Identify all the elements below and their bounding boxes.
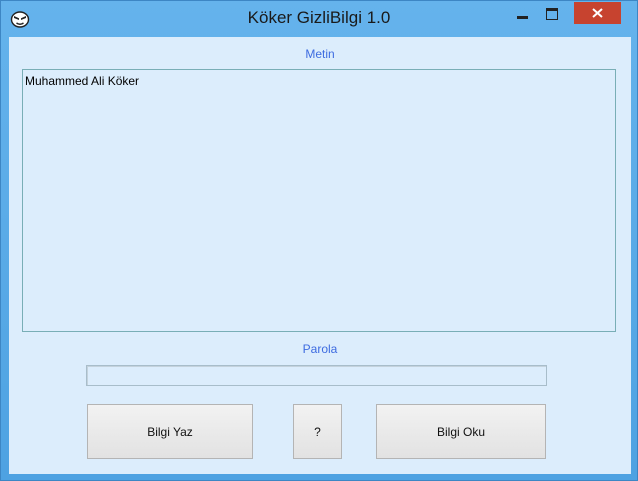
metin-textarea[interactable]: Muhammed Ali Köker <box>22 69 616 332</box>
help-button[interactable]: ? <box>293 404 342 459</box>
minimize-button[interactable] <box>508 2 537 24</box>
close-icon <box>592 8 603 18</box>
title-bar[interactable]: Köker GizliBilgi 1.0 <box>1 1 637 37</box>
maximize-button[interactable] <box>537 2 567 24</box>
parola-input[interactable] <box>86 365 547 386</box>
bilgi-oku-button[interactable]: Bilgi Oku <box>376 404 546 459</box>
close-button[interactable] <box>574 2 621 24</box>
maximize-icon <box>546 8 558 20</box>
metin-label: Metin <box>305 47 335 61</box>
parola-label: Parola <box>302 342 338 356</box>
client-area: Metin Muhammed Ali Köker Parola Bilgi Ya… <box>9 37 631 474</box>
app-window: Köker GizliBilgi 1.0 Metin Muhammed Ali … <box>0 0 638 481</box>
bilgi-yaz-button[interactable]: Bilgi Yaz <box>87 404 253 459</box>
minimize-icon <box>517 16 528 19</box>
